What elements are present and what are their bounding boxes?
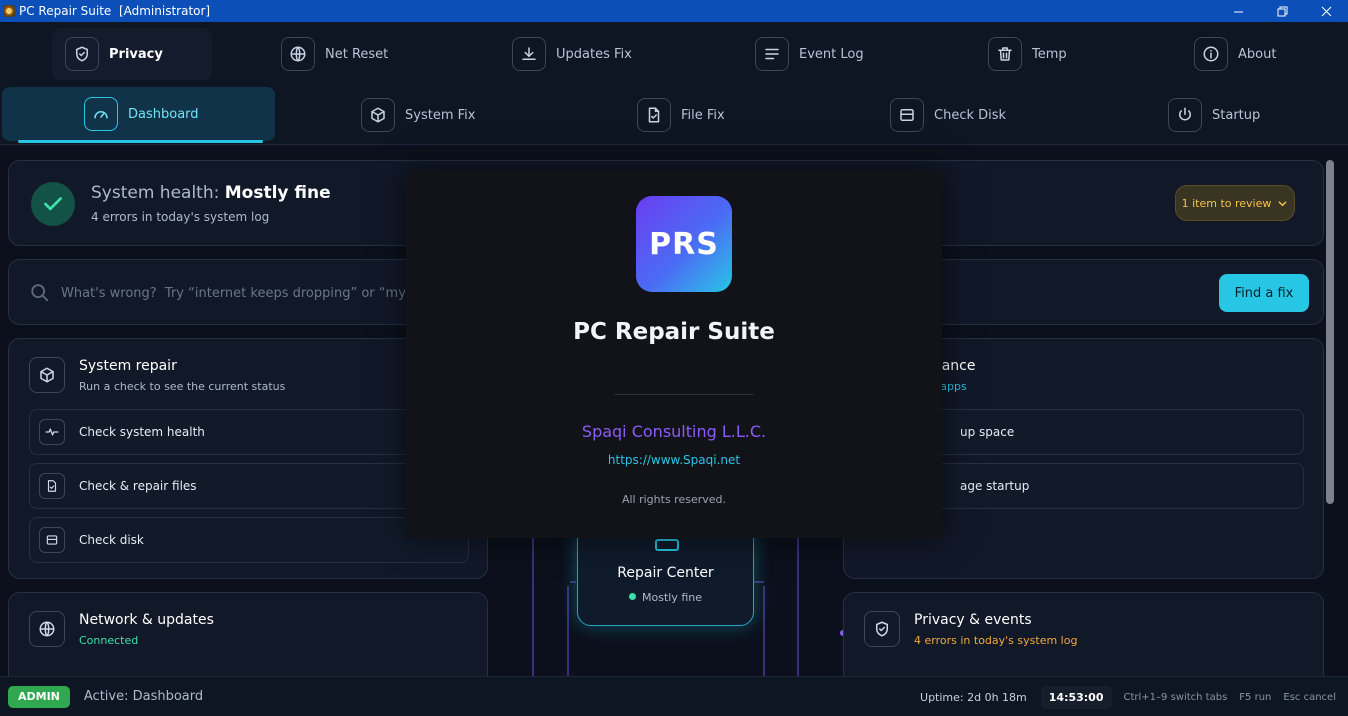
close-icon: [1321, 6, 1331, 16]
tab-label: Updates Fix: [556, 46, 632, 62]
tab-label: Event Log: [799, 46, 864, 62]
active-tab-indicator: [18, 140, 263, 143]
minimize-icon: [1233, 11, 1243, 12]
card-title: Network & updates: [79, 612, 214, 628]
tab-startup[interactable]: Startup: [1168, 86, 1260, 144]
shield-icon: [864, 611, 900, 647]
hint-run: F5 run: [1239, 691, 1272, 703]
row-label: up space: [960, 425, 1015, 439]
tab-system-fix[interactable]: System Fix: [361, 86, 475, 144]
health-subtitle: 4 errors in today's system log: [91, 210, 270, 224]
card-subtitle: Connected: [79, 634, 139, 647]
tab-temp[interactable]: Temp: [988, 22, 1067, 86]
file-check-icon: [39, 473, 65, 499]
check-repair-files-button[interactable]: Check & repair files: [29, 463, 469, 509]
repair-center-status: Mostly fine: [578, 591, 753, 604]
tab-label: About: [1238, 46, 1277, 62]
hint-switch-tabs: Ctrl+1–9 switch tabs: [1123, 691, 1228, 703]
company-name: Spaqi Consulting L.L.C.: [581, 422, 767, 441]
tab-label: Net Reset: [325, 46, 389, 62]
row-label: Check system health: [79, 425, 205, 439]
health-status: Mostly fine: [224, 183, 331, 203]
list-icon: [755, 37, 789, 71]
tab-net-reset[interactable]: Net Reset: [281, 22, 388, 86]
pulse-icon: [39, 419, 65, 445]
file-check-icon: [637, 98, 671, 132]
gauge-icon: [84, 97, 118, 131]
splash-title: PC Repair Suite: [573, 319, 775, 345]
window-title: PC Repair Suite [Administrator]: [19, 4, 211, 18]
tab-dashboard[interactable]: Dashboard: [2, 87, 275, 143]
copyright-text: All rights reserved.: [621, 493, 727, 506]
cube-icon: [29, 357, 65, 393]
status-bar: ADMIN Active: Dashboard Uptime: 2d 0h 18…: [0, 676, 1348, 716]
trash-icon: [988, 37, 1022, 71]
privacy-events-card: Privacy & events 4 errors in today's sys…: [843, 592, 1324, 676]
network-updates-card: Network & updates Connected: [8, 592, 488, 676]
shield-icon: [65, 37, 99, 71]
status-dot: [629, 593, 636, 600]
tab-label: Temp: [1032, 46, 1067, 62]
tab-label: Privacy: [109, 46, 163, 62]
close-button[interactable]: [1304, 0, 1348, 22]
repair-center-title: Repair Center: [617, 565, 714, 581]
search-input[interactable]: [61, 278, 406, 308]
tab-label: System Fix: [405, 107, 476, 123]
scrollbar-thumb[interactable]: [1326, 160, 1334, 504]
window-controls: [1216, 0, 1348, 22]
review-items-button[interactable]: 1 item to review: [1175, 185, 1295, 221]
minimize-button[interactable]: [1216, 0, 1260, 22]
tab-label: Check Disk: [934, 107, 1007, 123]
power-icon: [1168, 98, 1202, 132]
title-bar: PC Repair Suite [Administrator]: [0, 0, 1348, 22]
status-right: Uptime: 2d 0h 18m 14:53:00 Ctrl+1–9 swit…: [920, 677, 1348, 716]
search-icon: [31, 284, 49, 302]
tab-event-log[interactable]: Event Log: [755, 22, 864, 86]
restore-icon: [1277, 6, 1287, 16]
chevron-down-icon: [1278, 200, 1287, 206]
tab-file-fix[interactable]: File Fix: [637, 86, 725, 144]
nav-row-secondary: Dashboard System Fix File Fix Check Disk…: [0, 86, 1348, 145]
disk-icon: [39, 527, 65, 553]
card-title: System repair: [79, 358, 177, 374]
maximize-button[interactable]: [1260, 0, 1304, 22]
tab-label: Startup: [1212, 107, 1261, 123]
row-label: Check & repair files: [79, 479, 197, 493]
tab-check-disk[interactable]: Check Disk: [890, 86, 1006, 144]
health-title: System health: Mostly fine: [91, 183, 331, 203]
find-fix-button[interactable]: Find a fix: [1219, 274, 1309, 312]
card-subtitle: 4 errors in today's system log: [914, 634, 1078, 647]
globe-icon: [281, 37, 315, 71]
app-logo: PRS: [636, 196, 732, 292]
info-icon: [1194, 37, 1228, 71]
check-system-health-button[interactable]: Check system health: [29, 409, 469, 455]
row-label: Check disk: [79, 533, 144, 547]
disk-icon: [890, 98, 924, 132]
tab-privacy[interactable]: Privacy: [52, 28, 212, 80]
app-icon: [3, 5, 15, 17]
check-icon: [31, 182, 75, 226]
hint-cancel: Esc cancel: [1283, 691, 1336, 703]
tab-label: File Fix: [681, 107, 725, 123]
row-label: age startup: [960, 479, 1030, 493]
tab-about[interactable]: About: [1194, 22, 1276, 86]
cube-icon: [361, 98, 395, 132]
splash-screen: PRS PC Repair Suite Spaqi Consulting L.L…: [406, 170, 942, 538]
active-view-label: Active: Dashboard: [83, 689, 204, 704]
tab-label: Dashboard: [128, 106, 199, 122]
company-url-link[interactable]: https://www.Spaqi.net: [406, 453, 942, 467]
nav-row-primary: Privacy Net Reset Updates Fix Event Log …: [0, 22, 1348, 86]
clock: 14:53:00: [1040, 685, 1112, 709]
divider: [614, 394, 754, 395]
card-title: Privacy & events: [914, 612, 1032, 628]
globe-icon: [29, 611, 65, 647]
disk-icon: [655, 539, 679, 551]
uptime: Uptime: 2d 0h 18m: [920, 690, 1027, 704]
tab-updates-fix[interactable]: Updates Fix: [512, 22, 632, 86]
review-label: 1 item to review: [1181, 196, 1272, 210]
admin-badge: ADMIN: [8, 685, 70, 708]
download-icon: [512, 37, 546, 71]
check-disk-button[interactable]: Check disk: [29, 517, 469, 563]
card-subtitle: Run a check to see the current status: [79, 380, 286, 393]
